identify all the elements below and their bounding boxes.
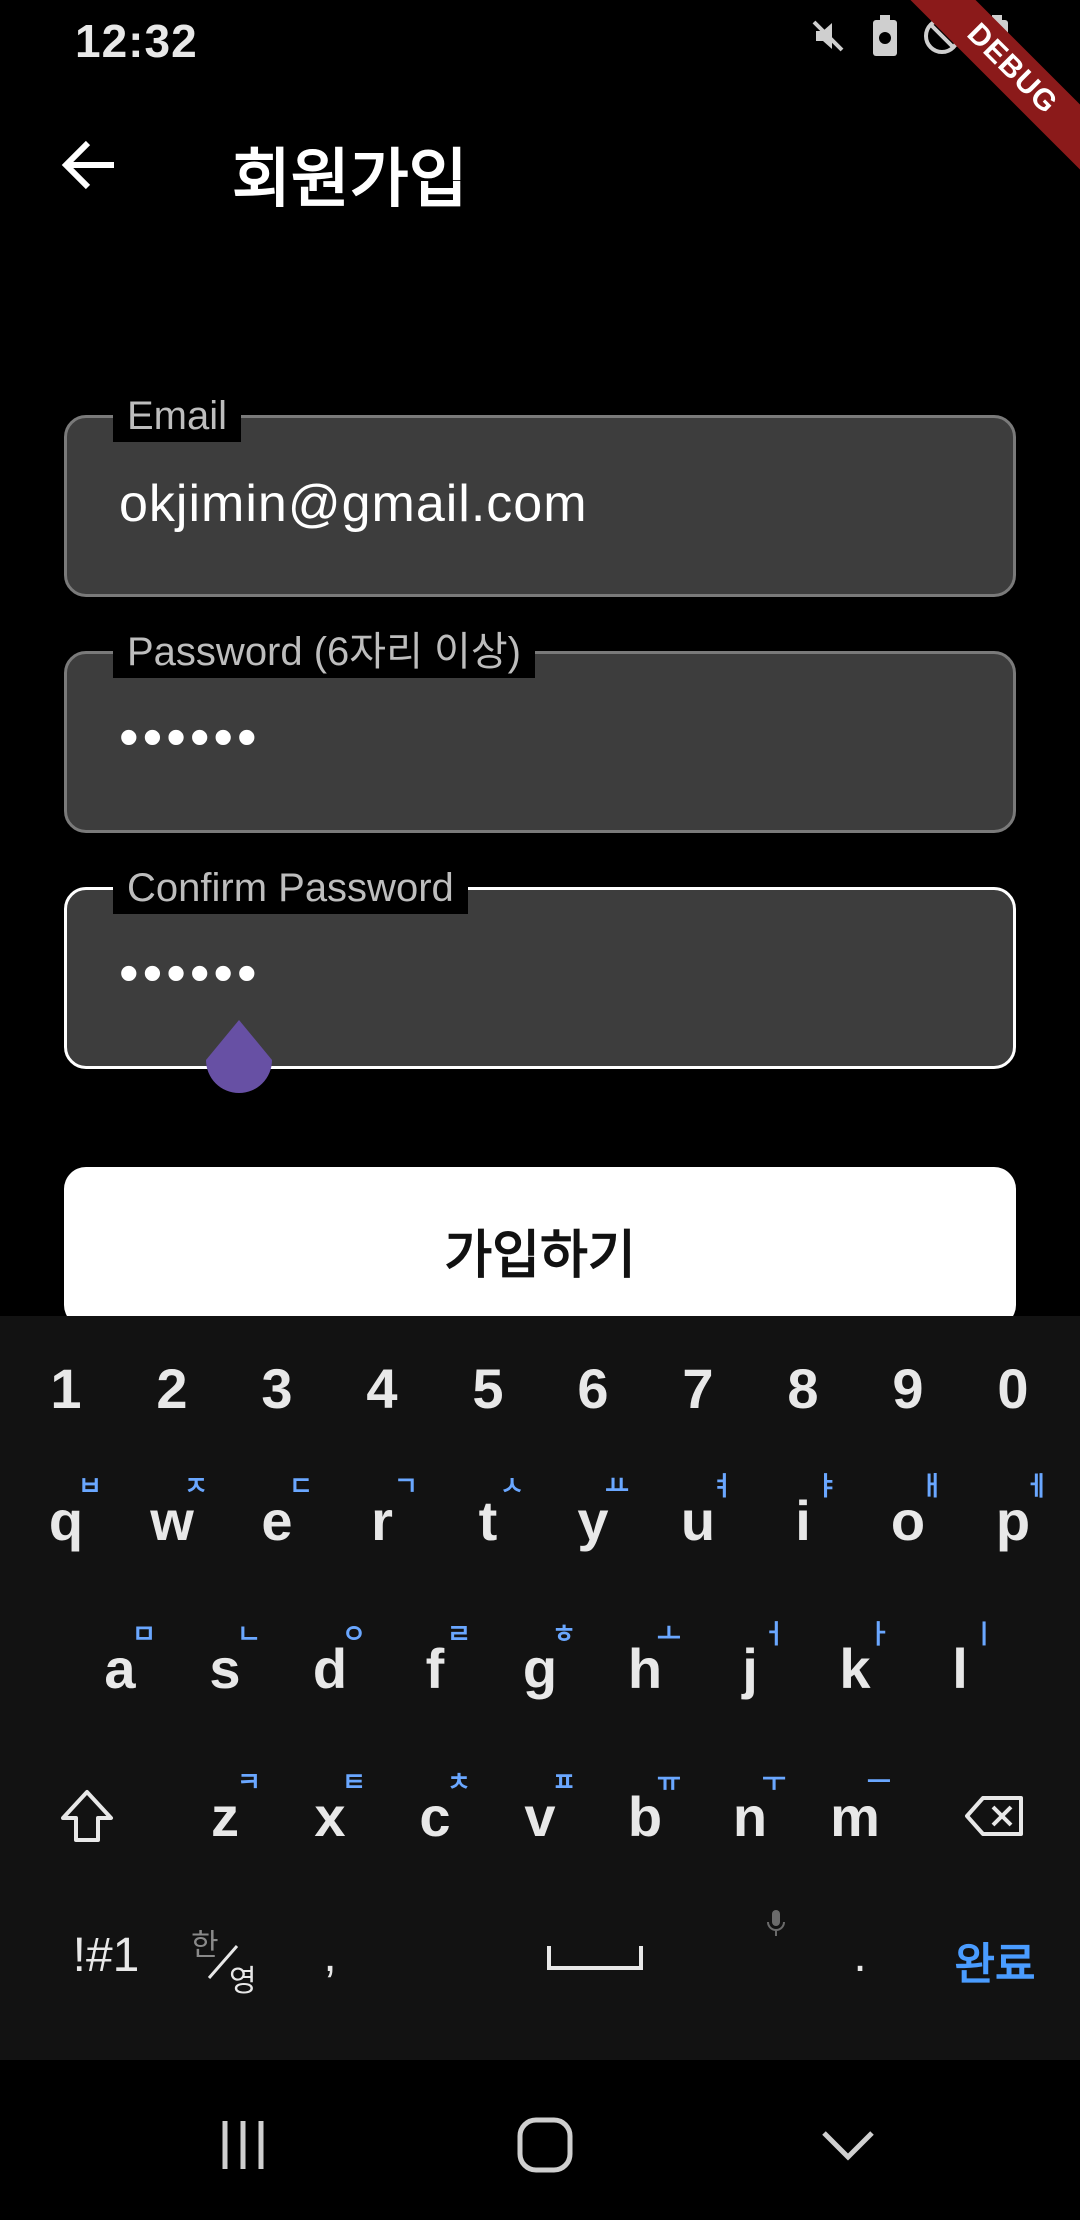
key-w[interactable]: ㅈw [142, 1471, 208, 1553]
email-label: Email [113, 390, 242, 442]
key-1[interactable]: 1 [36, 1356, 96, 1421]
key-n[interactable]: ㅜn [720, 1767, 786, 1849]
key-g[interactable]: ㅎg [510, 1619, 576, 1701]
key-h[interactable]: ㅗh [615, 1619, 681, 1701]
key-0[interactable]: 0 [983, 1356, 1043, 1421]
key-r[interactable]: ㄱr [352, 1471, 418, 1553]
status-bar: 12:32 DEBUG [0, 0, 1080, 192]
key-4[interactable]: 4 [352, 1356, 412, 1421]
password-label: Password (6자리 이상) [113, 626, 535, 678]
mute-icon [812, 20, 844, 52]
key-i[interactable]: ㅑi [773, 1471, 839, 1553]
back-down-icon [822, 2131, 874, 2161]
key-3[interactable]: 3 [247, 1356, 307, 1421]
key-x[interactable]: ㅌx [300, 1767, 366, 1849]
password-field[interactable]: Password (6자리 이상) •••••• [64, 626, 1016, 833]
backspace-icon [965, 1796, 1023, 1836]
key-9[interactable]: 9 [878, 1356, 938, 1421]
password-value: •••••• [119, 705, 261, 768]
do-not-disturb-icon [924, 18, 960, 54]
key-q[interactable]: ㅂq [36, 1471, 102, 1553]
app-bar: 회원가입 [0, 100, 1080, 230]
home-icon [517, 2117, 573, 2173]
period-key[interactable]: . [840, 1928, 880, 1983]
signup-button[interactable]: 가입하기 [64, 1167, 1016, 1327]
key-l[interactable]: ㅣl [930, 1619, 996, 1701]
backspace-key[interactable] [960, 1784, 1030, 1845]
signup-button-label: 가입하기 [444, 1227, 636, 1285]
battery-saver-icon [873, 15, 897, 56]
key-t[interactable]: ㅅt [458, 1471, 524, 1553]
recents-button[interactable] [198, 2110, 288, 2180]
key-7[interactable]: 7 [668, 1356, 728, 1421]
shift-icon [61, 1790, 113, 1842]
back-button[interactable] [55, 130, 125, 200]
key-2[interactable]: 2 [142, 1356, 202, 1421]
key-8[interactable]: 8 [773, 1356, 833, 1421]
key-6[interactable]: 6 [563, 1356, 623, 1421]
key-y[interactable]: ㅛy [563, 1471, 629, 1553]
key-a[interactable]: ㅁa [90, 1619, 156, 1701]
email-field[interactable]: Email okjimin@gmail.com [64, 390, 1016, 597]
space-key[interactable] [540, 1928, 650, 1983]
page-title: 회원가입 [232, 143, 468, 215]
key-k[interactable]: ㅏk [825, 1619, 891, 1701]
key-o[interactable]: ㅐo [878, 1471, 944, 1553]
key-m[interactable]: ㅡm [825, 1767, 891, 1849]
mic-icon [767, 1910, 785, 1936]
key-u[interactable]: ㅕu [668, 1471, 734, 1553]
symbols-key[interactable]: !#1 [56, 1928, 156, 1983]
key-b[interactable]: ㅠb [615, 1767, 681, 1849]
confirm-password-label: Confirm Password [113, 862, 468, 914]
arrow-back-icon [61, 140, 114, 190]
text-cursor-handle[interactable] [204, 1018, 274, 1102]
hide-keyboard-button[interactable] [803, 2110, 893, 2180]
shift-key[interactable] [52, 1784, 122, 1851]
nav-bar [0, 2060, 1080, 2220]
email-value: okjimin@gmail.com [119, 475, 588, 533]
battery-icon [986, 15, 1008, 56]
language-switch-key[interactable]: 한 영 [185, 1928, 265, 2008]
comma-key[interactable]: , [310, 1928, 350, 1983]
key-c[interactable]: ㅊc [405, 1767, 471, 1849]
key-e[interactable]: ㄷe [247, 1471, 313, 1553]
recents-icon [222, 2121, 264, 2169]
home-button[interactable] [500, 2110, 590, 2180]
key-d[interactable]: ㅇd [300, 1619, 366, 1701]
key-z[interactable]: ㅋz [195, 1767, 261, 1849]
key-v[interactable]: ㅍv [510, 1767, 576, 1849]
done-key[interactable]: 완료 [940, 1928, 1050, 1992]
key-s[interactable]: ㄴs [195, 1619, 261, 1701]
key-j[interactable]: ㅓj [720, 1619, 786, 1701]
key-5[interactable]: 5 [458, 1356, 518, 1421]
lang-english-label: 영 [229, 1965, 257, 1998]
key-f[interactable]: ㄹf [405, 1619, 471, 1701]
confirm-password-value: •••••• [119, 941, 261, 1004]
key-p[interactable]: ㅔp [983, 1471, 1049, 1553]
status-time: 12:32 [75, 15, 198, 67]
status-icons [808, 14, 1010, 58]
keyboard: 1 2 3 4 5 6 7 8 9 0 ㅂq ㅈw ㄷe ㄱr ㅅt ㅛy ㅕu… [0, 1316, 1080, 2060]
space-icon [547, 1946, 643, 1970]
